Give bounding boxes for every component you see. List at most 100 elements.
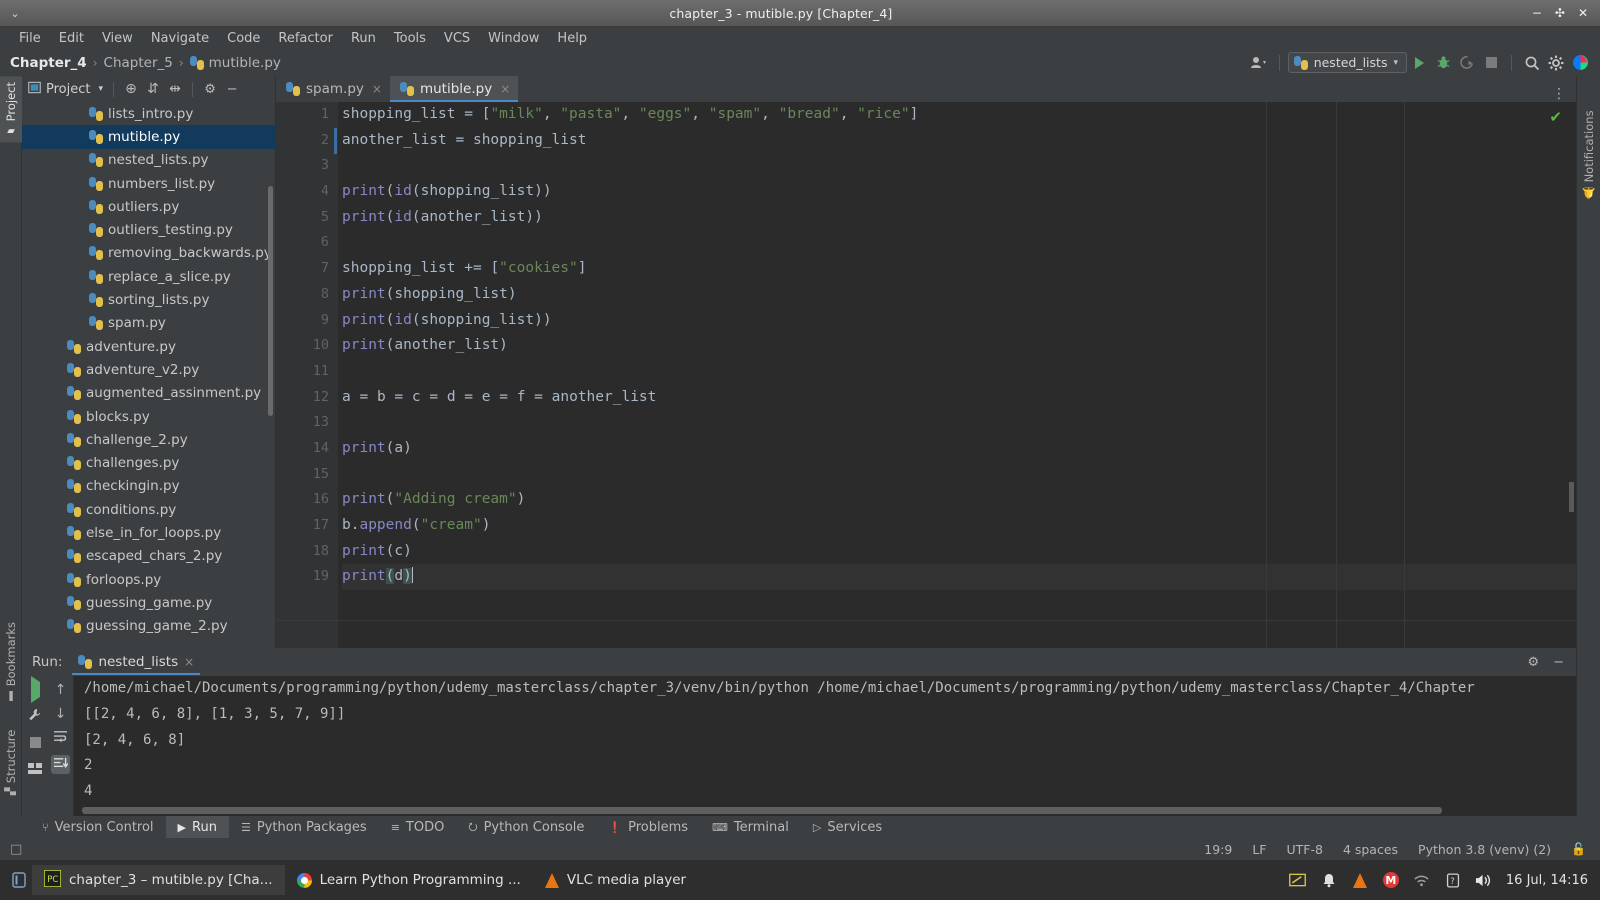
tool-window-tab-python-packages[interactable]: ☰ Python Packages [229, 816, 379, 838]
prev-occurrence-icon[interactable]: ↑ [55, 682, 67, 698]
line-number[interactable]: 17 [276, 513, 338, 539]
tree-item[interactable]: outliers_testing.py [22, 218, 275, 241]
code-line[interactable]: print(id(another_list)) [342, 205, 1576, 231]
project-panel-title[interactable]: Project ▾ [28, 81, 107, 98]
wifi-icon[interactable] [1413, 871, 1431, 889]
wrench-icon[interactable] [28, 708, 42, 726]
code-editor[interactable]: 1 2 3 4 5 6 7 8 9 10 11 12 13 14 15 16 17 18 19 shopping_l… [276, 102, 1576, 648]
menu-help[interactable]: Help [548, 30, 596, 47]
code-line[interactable]: print(id(shopping_list)) [342, 179, 1576, 205]
code-content[interactable]: shopping_list = ["milk", "pasta", "eggs"… [338, 102, 1576, 648]
code-line[interactable] [342, 359, 1576, 385]
close-icon[interactable]: × [184, 655, 194, 669]
code-line[interactable]: a = b = c = d = e = f = another_list [342, 385, 1576, 411]
tree-item[interactable]: outliers.py [22, 195, 275, 218]
volume-icon[interactable] [1475, 871, 1493, 889]
run-session-tab[interactable]: nested_lists × [72, 650, 200, 675]
tree-item[interactable]: mutible.py [22, 125, 275, 149]
tree-item[interactable]: challenges.py [22, 451, 275, 474]
tree-item[interactable]: sorting_lists.py [22, 288, 275, 311]
gear-icon[interactable]: ⚙ [199, 82, 221, 97]
tree-item[interactable]: nested_lists.py [22, 149, 275, 172]
code-line[interactable]: shopping_list = ["milk", "pasta", "eggs"… [342, 102, 1576, 128]
tree-item[interactable]: adventure_v2.py [22, 358, 275, 381]
line-number[interactable]: 6 [276, 230, 338, 256]
account-icon[interactable] [1247, 52, 1271, 74]
tool-window-tab-version-control[interactable]: ⑂ Version Control [30, 816, 166, 838]
caret-position[interactable]: 19:9 [1204, 842, 1232, 857]
run-configuration-selector[interactable]: nested_lists ▾ [1287, 52, 1407, 73]
line-number[interactable]: 14 [276, 436, 338, 462]
menu-edit[interactable]: Edit [50, 30, 93, 47]
line-number[interactable]: 12 [276, 385, 338, 411]
tree-item[interactable]: removing_backwards.py [22, 242, 275, 265]
menu-run[interactable]: Run [342, 30, 385, 47]
tree-item[interactable]: augmented_assinment.py [22, 382, 275, 405]
debug-button[interactable] [1431, 52, 1455, 74]
tree-item[interactable]: challenge_2.py [22, 428, 275, 451]
tree-item[interactable]: replace_a_slice.py [22, 265, 275, 288]
code-line[interactable] [342, 230, 1576, 256]
sidebar-tab-notifications[interactable]: 🔔 Notifications [1578, 104, 1600, 205]
code-line[interactable]: print(another_list) [342, 333, 1576, 359]
code-line[interactable]: print(id(shopping_list)) [342, 308, 1576, 334]
gmail-icon[interactable]: M [1382, 871, 1400, 889]
tool-window-tab-services[interactable]: ▷ Services [801, 816, 894, 838]
code-line[interactable]: shopping_list += ["cookies"] [342, 256, 1576, 282]
tree-item[interactable]: forloops.py [22, 568, 275, 591]
tree-item[interactable]: adventure.py [22, 335, 275, 358]
keyboard-layout-icon[interactable] [1289, 871, 1307, 889]
console-horizontal-scrollbar[interactable] [82, 807, 1442, 814]
menu-view[interactable]: View [93, 30, 142, 47]
inspection-status-icon[interactable]: ✔ [1549, 108, 1562, 126]
code-line[interactable]: b.append("cream") [342, 513, 1576, 539]
line-number[interactable]: 7 [276, 256, 338, 282]
vlc-icon[interactable] [1351, 871, 1369, 889]
scroll-to-end-icon[interactable] [51, 755, 70, 774]
line-number[interactable]: 8 [276, 282, 338, 308]
taskbar-item-vlc[interactable]: VLC media player [533, 865, 698, 895]
editor-scrollbar[interactable] [1569, 482, 1574, 512]
tree-item[interactable]: spam.py [22, 312, 275, 335]
clock[interactable]: 16 Jul, 14:16 [1506, 873, 1588, 888]
bell-icon[interactable] [1320, 871, 1338, 889]
start-menu-icon[interactable] [6, 867, 32, 893]
project-tree-scrollbar[interactable] [268, 186, 273, 416]
tree-item[interactable]: escaped_chars_2.py [22, 545, 275, 568]
status-left-icon[interactable]: □ [10, 842, 22, 857]
gear-icon[interactable] [1544, 52, 1568, 74]
window-minimize-button[interactable]: − [1532, 7, 1542, 19]
menu-file[interactable]: File [10, 30, 50, 47]
tool-window-tab-python-console[interactable]: ⭮ Python Console [456, 816, 596, 838]
tool-window-tab-terminal[interactable]: ⌨ Terminal [700, 816, 801, 838]
sidebar-tab-project[interactable]: ▰ Project [0, 76, 22, 143]
stop-button[interactable] [1479, 52, 1503, 74]
line-number[interactable]: 11 [276, 359, 338, 385]
tree-item[interactable]: checkingin.py [22, 475, 275, 498]
window-menu-icon[interactable]: ⌄ [0, 7, 30, 20]
menu-refactor[interactable]: Refactor [269, 30, 342, 47]
hide-panel-icon[interactable]: − [221, 82, 243, 97]
tree-item[interactable]: conditions.py [22, 498, 275, 521]
taskbar-item-pycharm[interactable]: PC chapter_3 – mutible.py [Cha... [32, 865, 285, 895]
run-console-output[interactable]: /home/michael/Documents/programming/pyth… [74, 676, 1576, 816]
close-icon[interactable]: × [500, 82, 510, 96]
line-number[interactable]: 1 [276, 102, 338, 128]
tree-item[interactable]: else_in_for_loops.py [22, 521, 275, 544]
code-line[interactable]: print(d) [342, 564, 1576, 591]
code-line[interactable] [342, 462, 1576, 488]
editor-tab-spam[interactable]: spam.py × [276, 76, 390, 102]
breadcrumb-item-file[interactable]: mutible.py [189, 55, 281, 71]
battery-icon[interactable]: ? [1444, 871, 1462, 889]
tree-item[interactable]: guessing_game.py [22, 591, 275, 614]
rerun-button[interactable] [30, 676, 40, 703]
line-number-gutter[interactable]: 1 2 3 4 5 6 7 8 9 10 11 12 13 14 15 16 17 18 19 [276, 102, 338, 648]
expand-all-icon[interactable]: ⇵ [142, 81, 164, 97]
code-line[interactable]: another_list = shopping_list [342, 128, 1576, 154]
line-number[interactable]: 15 [276, 462, 338, 488]
line-number[interactable]: 19 [276, 564, 338, 590]
gear-icon[interactable]: ⚙ [1527, 655, 1539, 670]
file-encoding[interactable]: UTF-8 [1286, 842, 1322, 857]
ide-logo-icon[interactable] [1568, 52, 1592, 74]
tree-item[interactable]: lists_intro.py [22, 102, 275, 125]
